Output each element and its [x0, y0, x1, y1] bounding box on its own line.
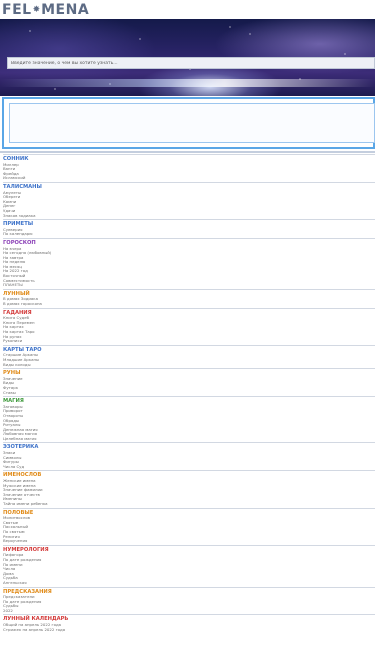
menu-section-title[interactable]: ЭЗОТЕРИКА — [3, 442, 375, 451]
menu-link[interactable]: Тайна имени ребенка — [3, 501, 375, 507]
menu-section-title[interactable]: ИМЕНОСЛОВ — [3, 470, 375, 479]
logo-text-left: FEL — [2, 1, 32, 18]
menu-link[interactable]: Числа Суд — [3, 464, 375, 470]
menu-link[interactable]: Виды колоды — [3, 362, 375, 368]
menu-section-title[interactable]: ПОЛОВЫЕ — [3, 507, 375, 517]
banner-glow — [0, 79, 375, 87]
menu-link[interactable]: Знаков зодиака — [3, 213, 375, 219]
menu-link[interactable]: По календарю — [3, 232, 375, 237]
menu-section-title[interactable]: ГАДАНИЯ — [3, 307, 375, 317]
site-logo[interactable]: FEL ✸ MENA — [2, 1, 89, 18]
menu-section-title[interactable]: ТАЛИСМАНЫ — [3, 181, 375, 191]
menu-link[interactable]: В домах гороскопа — [3, 301, 375, 307]
logo-star-icon: ✸ — [32, 4, 41, 15]
menu-link[interactable]: Ставы — [3, 390, 375, 396]
menu-section-title[interactable]: НУМЕРОЛОГИЯ — [3, 544, 375, 554]
ad-banner-inner — [9, 103, 375, 143]
menu-section-title[interactable]: МАГИЯ — [3, 396, 375, 405]
search-input[interactable] — [7, 57, 375, 69]
menu-link[interactable]: 2022 — [3, 608, 375, 614]
menu-section-title[interactable]: ПРИМЕТЫ — [3, 219, 375, 228]
ad-banner — [2, 97, 375, 149]
menu-section-title[interactable]: ГОРОСКОП — [3, 237, 375, 247]
category-menu: СОННИК Миллер Ванги Фрейда Исламский ТАЛИСМАН… — [3, 153, 375, 632]
menu-link[interactable]: Стрижек на апрель 2022 года — [3, 627, 375, 633]
menu-section-title[interactable]: КАРТЫ ТАРО — [3, 344, 375, 354]
menu-link[interactable]: Рукописи — [3, 339, 375, 344]
menu-link[interactable]: Исламский — [3, 176, 375, 181]
logo-text-right: MENA — [41, 1, 90, 18]
menu-section-title[interactable]: СОННИК — [3, 154, 375, 163]
menu-link[interactable]: Ангельская — [3, 580, 375, 586]
menu-link[interactable]: ПЛАНЕТЫ — [3, 283, 375, 288]
menu-section-title[interactable]: ПРЕДСКАЗАНИЯ — [3, 586, 375, 596]
menu-link[interactable]: Целебная магия — [3, 436, 375, 442]
menu-link[interactable]: Вероучения — [3, 539, 375, 544]
menu-section-title[interactable]: РУНЫ — [3, 368, 375, 377]
menu-section-title[interactable]: ЛУННЫЙ — [3, 288, 375, 298]
